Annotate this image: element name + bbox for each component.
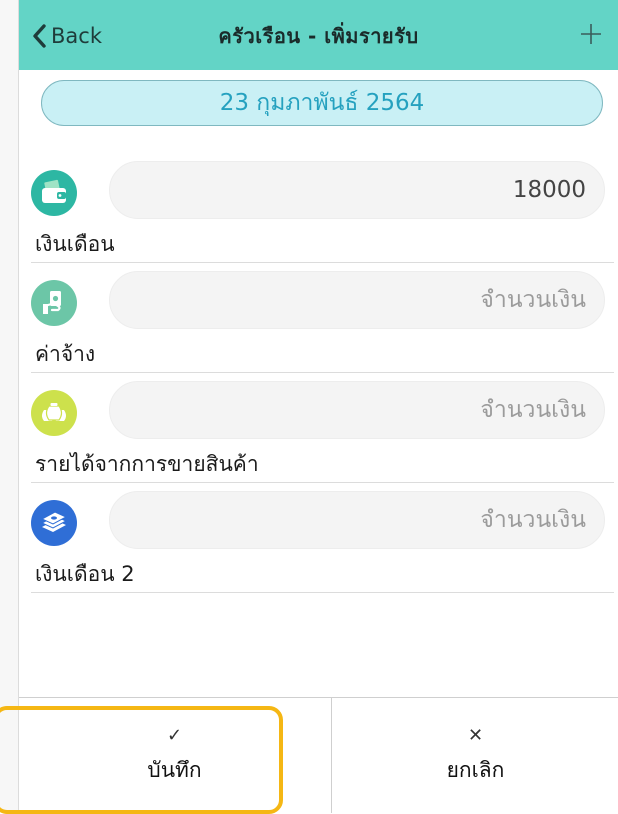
cancel-label: ยกเลิก xyxy=(446,758,505,782)
sales-amount-input[interactable] xyxy=(109,381,605,439)
close-icon: ✕ xyxy=(467,725,484,746)
salary-2-label: เงินเดือน 2 xyxy=(35,562,135,586)
row-divider xyxy=(31,262,614,263)
salary-amount-input[interactable] xyxy=(109,161,605,219)
date-selector[interactable]: 23 กุมภาพันธ์ 2564 xyxy=(41,80,603,126)
income-row-salary: เงินเดือน xyxy=(19,158,618,268)
row-divider xyxy=(31,592,614,593)
wage-amount-input[interactable] xyxy=(109,271,605,329)
income-row-wage: ค่าจ้าง xyxy=(19,268,618,378)
add-button[interactable] xyxy=(574,16,608,52)
checkmark-icon: ✓ xyxy=(166,725,183,746)
row-divider xyxy=(31,372,614,373)
row-divider xyxy=(31,482,614,483)
sales-label: รายได้จากการขายสินค้า xyxy=(35,452,259,476)
salary-2-amount-input[interactable] xyxy=(109,491,605,549)
plus-icon xyxy=(581,24,601,44)
bottom-toolbar: ✓ บันทึก ✕ ยกเลิก xyxy=(19,697,618,813)
wallet-icon xyxy=(31,170,77,216)
income-row-sales: รายได้จากการขายสินค้า xyxy=(19,378,618,488)
income-row-salary-2: เงินเดือน 2 xyxy=(19,488,618,598)
hand-money-icon xyxy=(31,280,77,326)
page-title: ครัวเรือน - เพิ่มรายรับ xyxy=(218,24,419,48)
wage-label: ค่าจ้าง xyxy=(35,342,96,366)
save-button[interactable]: ✓ บันทึก xyxy=(19,698,330,813)
left-gutter xyxy=(0,0,19,812)
cancel-button[interactable]: ✕ ยกเลิก xyxy=(331,698,618,813)
save-label: บันทึก xyxy=(147,758,202,782)
header-bar: Back ครัวเรือน - เพิ่มรายรับ xyxy=(19,0,618,70)
salary-label: เงินเดือน xyxy=(35,232,115,256)
app-window: Back ครัวเรือน - เพิ่มรายรับ 23 กุมภาพัน… xyxy=(19,0,618,813)
cash-stack-icon xyxy=(31,500,77,546)
money-bags-icon xyxy=(31,390,77,436)
